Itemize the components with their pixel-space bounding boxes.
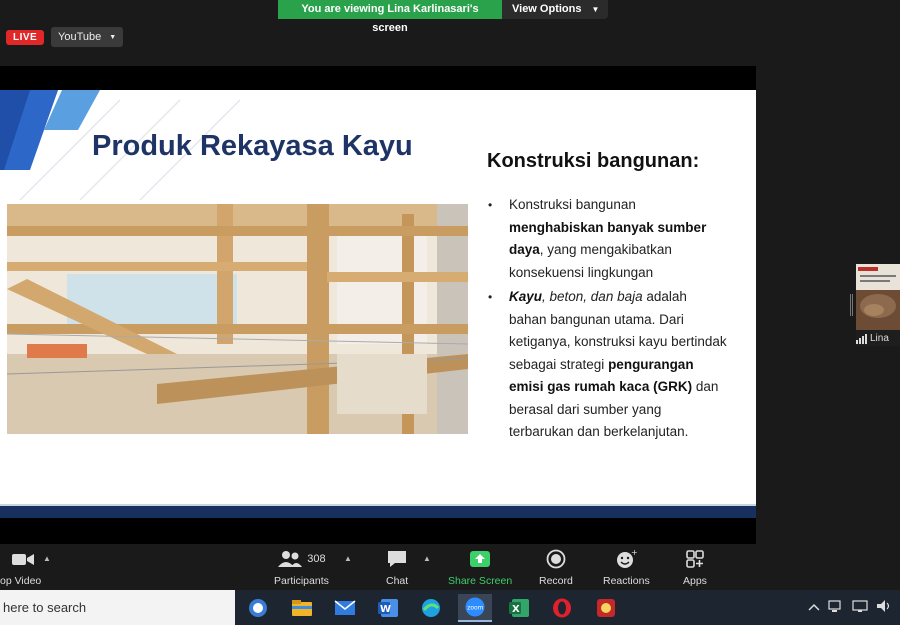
- share-screen-icon: [469, 548, 491, 570]
- smiley-icon: +: [615, 548, 637, 570]
- bullet-text: Kayu, beton, dan baja adalah bahan bangu…: [509, 289, 727, 439]
- svg-text:W: W: [380, 604, 391, 615]
- svg-text:X: X: [512, 604, 520, 615]
- building-interior-photo: [7, 204, 468, 434]
- record-icon: [546, 548, 566, 570]
- platform-label: YouTube: [58, 31, 102, 43]
- display-icon[interactable]: [852, 599, 868, 616]
- bullet-text: Konstruksi bangunan menghabiskan banyak …: [509, 197, 707, 280]
- chat-bubble-icon: [386, 548, 408, 570]
- reactions-button[interactable]: + Reactions: [603, 548, 650, 587]
- network-icon[interactable]: [828, 599, 844, 616]
- shared-screen: Produk Rekayasa Kayu Konstruksi bangunan…: [0, 66, 756, 544]
- system-tray: [808, 590, 892, 625]
- participants-icon: 308: [277, 548, 326, 570]
- video-camera-icon: [7, 548, 35, 570]
- panel-resize-handle[interactable]: [850, 294, 853, 316]
- participants-button[interactable]: 308 Participants: [274, 548, 329, 587]
- participant-name: Lina: [870, 333, 889, 344]
- meeting-toolbar: op Video ▲ 308 Participants ▲ Chat ▲ Sha…: [0, 544, 900, 590]
- reactions-label: Reactions: [603, 575, 650, 587]
- cortana-icon[interactable]: [241, 594, 275, 622]
- excel-icon[interactable]: X: [502, 594, 536, 622]
- video-label: op Video: [0, 575, 42, 587]
- svg-text:zoom: zoom: [467, 605, 483, 612]
- chevron-down-icon: ▼: [591, 5, 600, 14]
- speaker-icon[interactable]: [876, 599, 892, 616]
- record-label: Record: [539, 575, 573, 587]
- caret-down-icon: ▼: [109, 33, 117, 41]
- taskbar-search-box[interactable]: here to search: [0, 590, 235, 625]
- view-options-button[interactable]: View Options ▼: [502, 0, 608, 19]
- participants-count: 308: [307, 553, 326, 565]
- slide-bullet-list: • Konstruksi bangunan menghabiskan banya…: [488, 194, 728, 446]
- apps-label: Apps: [683, 575, 707, 587]
- chat-options-caret-icon[interactable]: ▲: [423, 554, 431, 563]
- record-button[interactable]: Record: [539, 548, 573, 587]
- presentation-slide: Produk Rekayasa Kayu Konstruksi bangunan…: [0, 90, 756, 518]
- participants-label: Participants: [274, 575, 329, 587]
- live-platform-dropdown[interactable]: YouTube ▼: [51, 27, 124, 47]
- bullet-dot-icon: •: [488, 198, 493, 212]
- windows-taskbar: here to search W zoom X: [0, 590, 900, 625]
- share-screen-button[interactable]: Share Screen: [448, 548, 512, 587]
- slide-footer-bar: [0, 506, 756, 518]
- participants-options-caret-icon[interactable]: ▲: [344, 554, 352, 563]
- view-options-label: View Options: [512, 3, 582, 15]
- zoom-meeting-window: You are viewing Lina Karlinasari's scree…: [0, 0, 900, 625]
- live-badge: LIVE: [6, 30, 45, 45]
- viewing-screen-message: You are viewing Lina Karlinasari's scree…: [278, 0, 502, 34]
- chevron-up-icon[interactable]: [808, 601, 820, 615]
- bullet-item: • Konstruksi bangunan menghabiskan banya…: [488, 194, 728, 284]
- slide-title: Produk Rekayasa Kayu: [92, 130, 413, 162]
- bullet-dot-icon: •: [488, 290, 493, 304]
- apps-button[interactable]: Apps: [683, 548, 707, 587]
- app-badge-icon[interactable]: [589, 594, 623, 622]
- screen-share-banner: You are viewing Lina Karlinasari's scree…: [278, 0, 608, 34]
- edge-browser-icon[interactable]: [414, 594, 448, 622]
- opera-browser-icon[interactable]: [545, 594, 579, 622]
- mail-icon[interactable]: [328, 594, 362, 622]
- chat-button[interactable]: Chat: [386, 548, 408, 587]
- participant-name-tag: Lina: [856, 333, 889, 344]
- chat-label: Chat: [386, 575, 409, 587]
- bullet-item: • Kayu, beton, dan baja adalah bahan ban…: [488, 286, 728, 444]
- signal-strength-icon: [856, 333, 867, 344]
- svg-text:+: +: [631, 549, 637, 557]
- participant-video: [856, 264, 900, 330]
- participant-video-thumbnail[interactable]: Lina: [856, 264, 900, 346]
- stop-video-button[interactable]: op Video: [0, 548, 41, 587]
- word-icon[interactable]: W: [371, 594, 405, 622]
- slide-section-heading: Konstruksi bangunan:: [487, 150, 700, 172]
- video-options-caret-icon[interactable]: ▲: [43, 554, 51, 563]
- share-screen-label: Share Screen: [448, 575, 513, 587]
- file-explorer-icon[interactable]: [285, 594, 319, 622]
- zoom-app-icon[interactable]: zoom: [458, 594, 492, 622]
- apps-icon: [685, 548, 705, 570]
